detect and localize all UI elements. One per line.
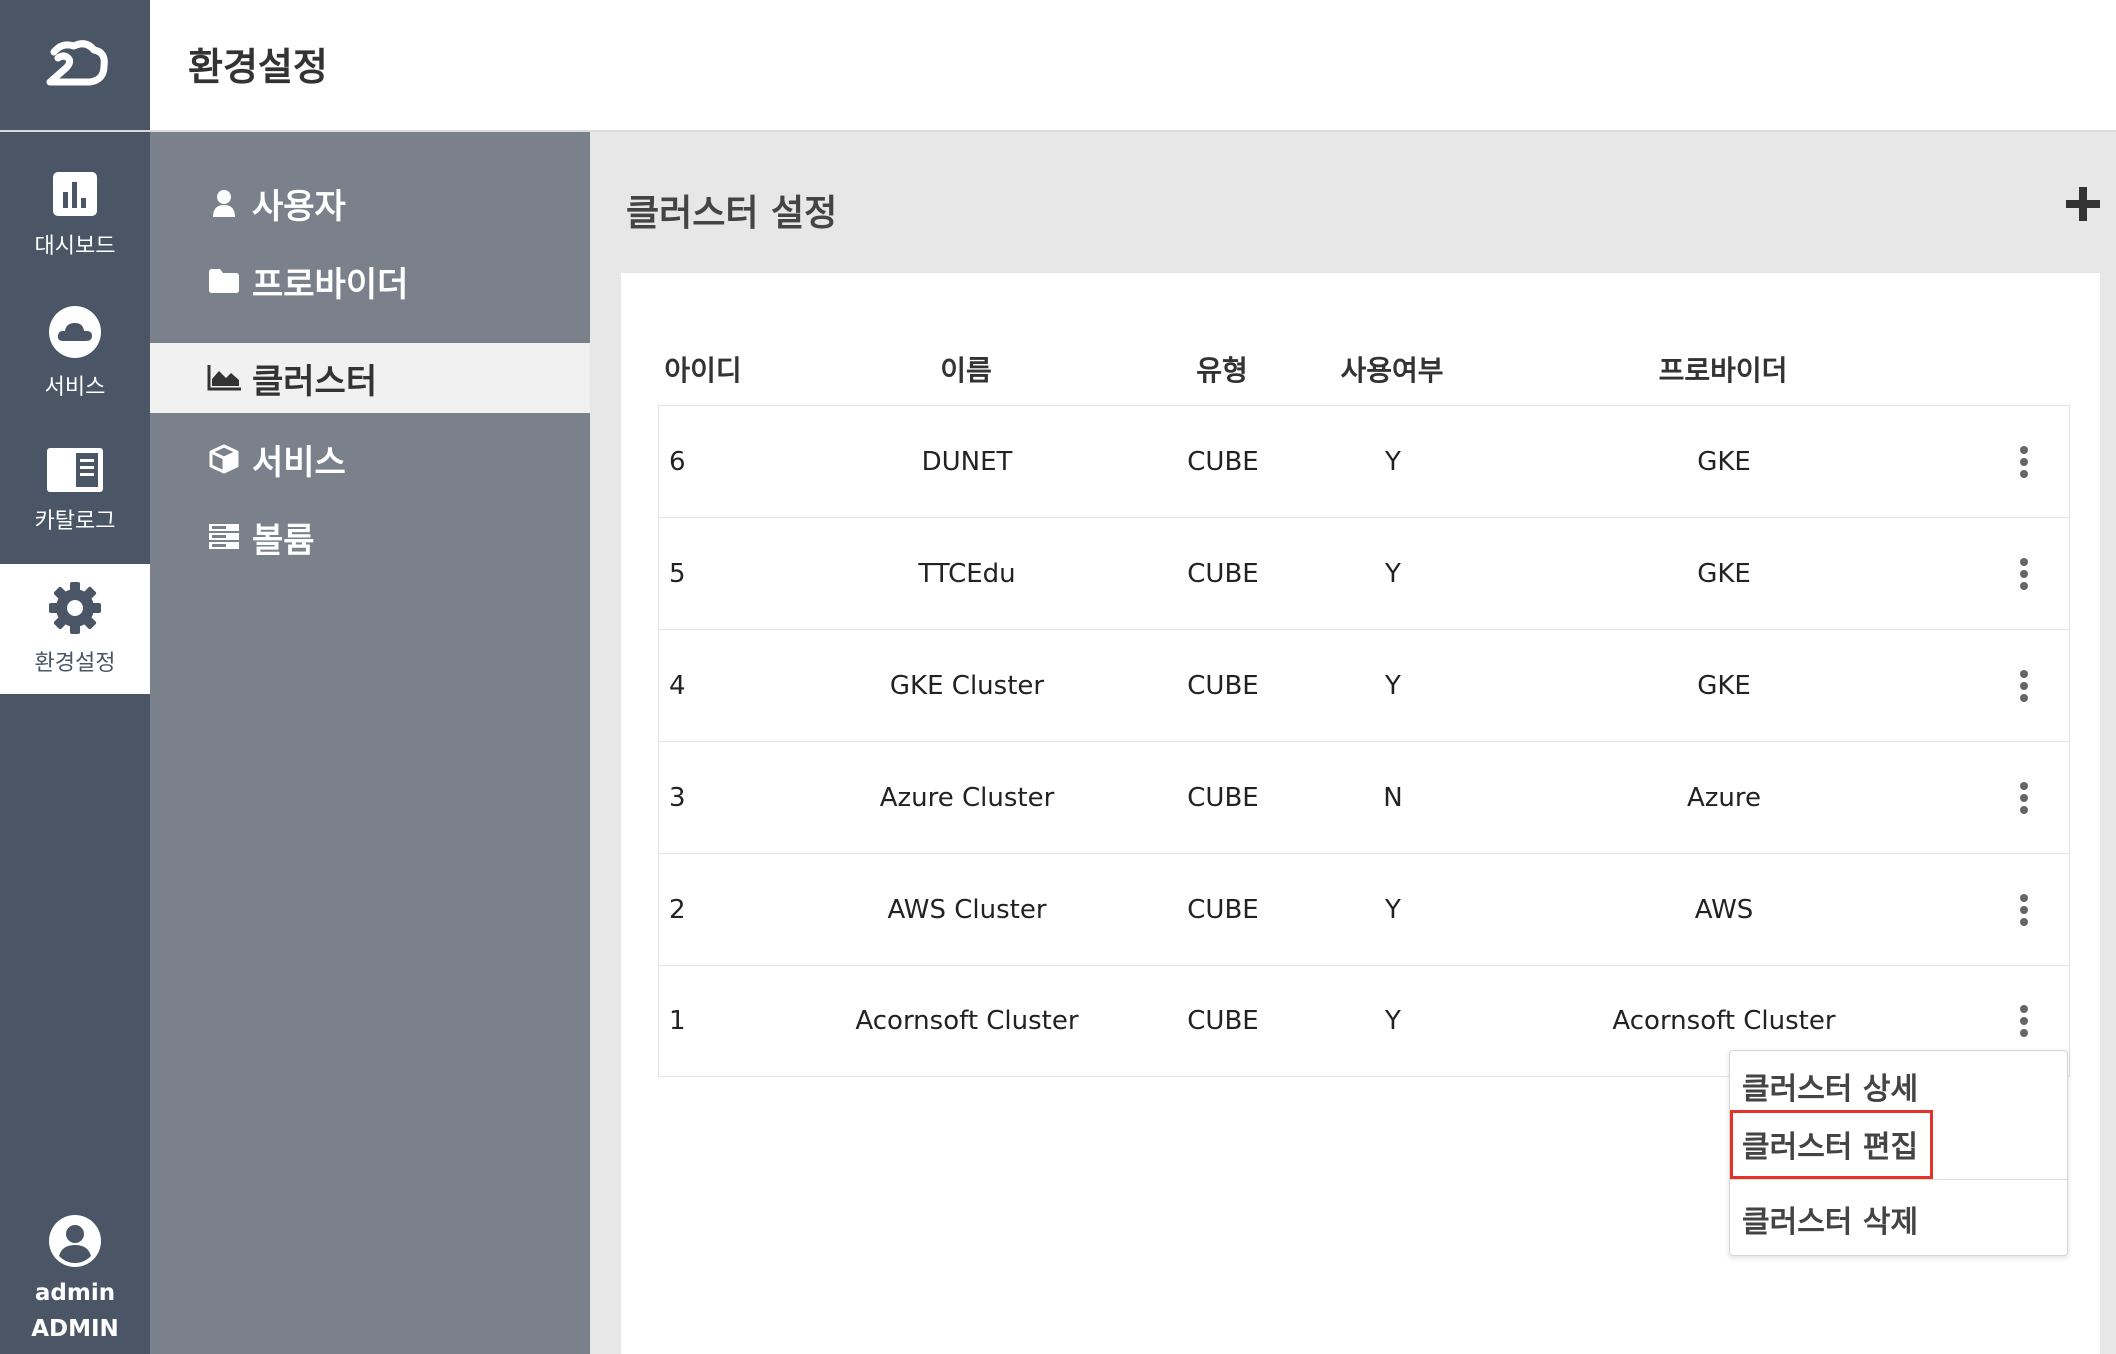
cell-id: 4: [669, 670, 686, 701]
more-vertical-icon: [2020, 557, 2028, 590]
cell-id: 3: [669, 782, 686, 813]
row-menu-button[interactable]: [2009, 630, 2039, 741]
cell-type: CUBE: [1187, 446, 1259, 477]
table-header: 아이디 이름 유형 사용여부 프로바이더: [658, 333, 2064, 405]
table-row[interactable]: 2 AWS Cluster CUBE Y AWS: [659, 854, 2069, 966]
settings-submenu: 사용자 프로바이더 클러스터 서비스 볼륨: [150, 132, 590, 1354]
cloud-icon: [49, 306, 101, 358]
submenu-item-label: 클러스터: [252, 361, 378, 402]
row-menu-button[interactable]: [2009, 854, 2039, 965]
user-role: ADMIN: [31, 1316, 119, 1342]
menu-item-cluster-delete[interactable]: 클러스터 삭제: [1742, 1196, 1918, 1242]
more-vertical-icon: [2020, 1005, 2028, 1037]
table-body: 6 DUNET CUBE Y GKE 5 TTCEdu CUBE Y GKE 4…: [658, 405, 2070, 1077]
cell-name: Azure Cluster: [879, 782, 1055, 813]
rail-item-label: 카탈로그: [34, 509, 116, 534]
table-row[interactable]: 5 TTCEdu CUBE Y GKE: [659, 518, 2069, 630]
bar-chart-icon: [53, 172, 97, 216]
cloud-logo-icon: [46, 40, 108, 86]
cell-name: TTCEdu: [918, 558, 1016, 589]
column-header-id[interactable]: 아이디: [658, 333, 748, 405]
column-header-provider[interactable]: 프로바이더: [1513, 333, 1933, 405]
rail-item-label: 환경설정: [34, 651, 116, 676]
table-row[interactable]: 4 GKE Cluster CUBE Y GKE: [659, 630, 2069, 742]
icon-rail: 대시보드 서비스 카탈로그 환경설정 admin ADMIN: [0, 0, 150, 1354]
rail-item-label: 서비스: [44, 375, 106, 400]
menu-item-cluster-edit[interactable]: 클러스터 편집: [1742, 1121, 1918, 1167]
section-title: 클러스터 설정: [626, 193, 838, 234]
cell-provider: Azure: [1686, 782, 1762, 813]
cell-provider: AWS: [1694, 894, 1754, 925]
cell-name: DUNET: [921, 446, 1013, 477]
more-vertical-icon: [2020, 781, 2028, 814]
column-header-name[interactable]: 이름: [800, 333, 1132, 405]
submenu-item-services[interactable]: 서비스: [150, 424, 590, 494]
gear-icon: [49, 582, 101, 634]
more-vertical-icon: [2020, 893, 2028, 926]
submenu-item-label: 볼륨: [252, 520, 315, 561]
submenu-item-clusters[interactable]: 클러스터: [150, 343, 590, 413]
cube-icon: [206, 441, 242, 477]
menu-divider: [1730, 1179, 2067, 1180]
cell-id: 6: [669, 446, 686, 477]
column-header-type[interactable]: 유형: [1152, 333, 1292, 405]
cell-enabled: Y: [1385, 670, 1401, 701]
submenu-item-label: 사용자: [252, 186, 346, 227]
main-content: 클러스터 설정 아이디 이름 유형 사용여부 프로바이더 6 DUNET CUB…: [590, 132, 2116, 1354]
submenu-item-label: 프로바이더: [252, 264, 409, 305]
cell-id: 2: [669, 894, 686, 925]
area-chart-icon: [206, 360, 242, 396]
cell-provider: GKE: [1697, 670, 1751, 701]
menu-item-cluster-detail[interactable]: 클러스터 상세: [1742, 1063, 1918, 1109]
rail-item-label: 대시보드: [34, 234, 116, 259]
folder-icon: [206, 263, 242, 299]
user-circle-icon: [49, 1215, 101, 1267]
cell-name: Acornsoft Cluster: [855, 1006, 1079, 1036]
cell-enabled: Y: [1385, 558, 1401, 589]
cell-enabled: Y: [1385, 446, 1401, 477]
cell-enabled: N: [1383, 782, 1403, 813]
cell-type: CUBE: [1187, 558, 1259, 589]
submenu-item-users[interactable]: 사용자: [150, 168, 590, 238]
rail-item-catalog[interactable]: 카탈로그: [0, 426, 150, 556]
rail-item-dashboard[interactable]: 대시보드: [0, 150, 150, 280]
more-vertical-icon: [2020, 445, 2028, 478]
plus-icon: [2066, 187, 2100, 221]
server-icon: [206, 519, 242, 555]
cell-id: 1: [669, 1006, 686, 1036]
page-title: 환경설정: [188, 45, 328, 89]
row-menu-button[interactable]: [2009, 742, 2039, 853]
add-cluster-button[interactable]: [2066, 187, 2106, 227]
cell-type: CUBE: [1187, 1006, 1259, 1036]
logo[interactable]: [0, 0, 150, 132]
more-vertical-icon: [2020, 669, 2028, 702]
rail-item-settings[interactable]: 환경설정: [0, 564, 150, 694]
user-name: admin: [34, 1280, 116, 1306]
row-menu-button[interactable]: [2009, 518, 2039, 629]
cell-id: 5: [669, 558, 686, 589]
submenu-item-volumes[interactable]: 볼륨: [150, 502, 590, 572]
user-profile[interactable]: admin ADMIN: [0, 1154, 150, 1354]
cell-provider: GKE: [1697, 446, 1751, 477]
cell-enabled: Y: [1385, 894, 1401, 925]
submenu-item-providers[interactable]: 프로바이더: [150, 246, 590, 316]
row-menu-button[interactable]: [2009, 406, 2039, 517]
cell-name: AWS Cluster: [887, 894, 1047, 925]
cell-type: CUBE: [1187, 670, 1259, 701]
column-header-enabled[interactable]: 사용여부: [1322, 333, 1462, 405]
table-row[interactable]: 6 DUNET CUBE Y GKE: [659, 406, 2069, 518]
cell-type: CUBE: [1187, 894, 1259, 925]
cell-name: GKE Cluster: [889, 670, 1045, 701]
table-row[interactable]: 3 Azure Cluster CUBE N Azure: [659, 742, 2069, 854]
cell-type: CUBE: [1187, 782, 1259, 813]
cell-enabled: Y: [1385, 1006, 1401, 1036]
catalog-icon: [47, 448, 103, 492]
top-header: 환경설정: [150, 0, 2116, 132]
user-icon: [206, 185, 242, 221]
cell-provider: GKE: [1697, 558, 1751, 589]
rail-item-service[interactable]: 서비스: [0, 288, 150, 418]
row-action-menu: 클러스터 상세 클러스터 편집 클러스터 삭제: [1729, 1050, 2068, 1256]
submenu-item-label: 서비스: [252, 442, 346, 483]
